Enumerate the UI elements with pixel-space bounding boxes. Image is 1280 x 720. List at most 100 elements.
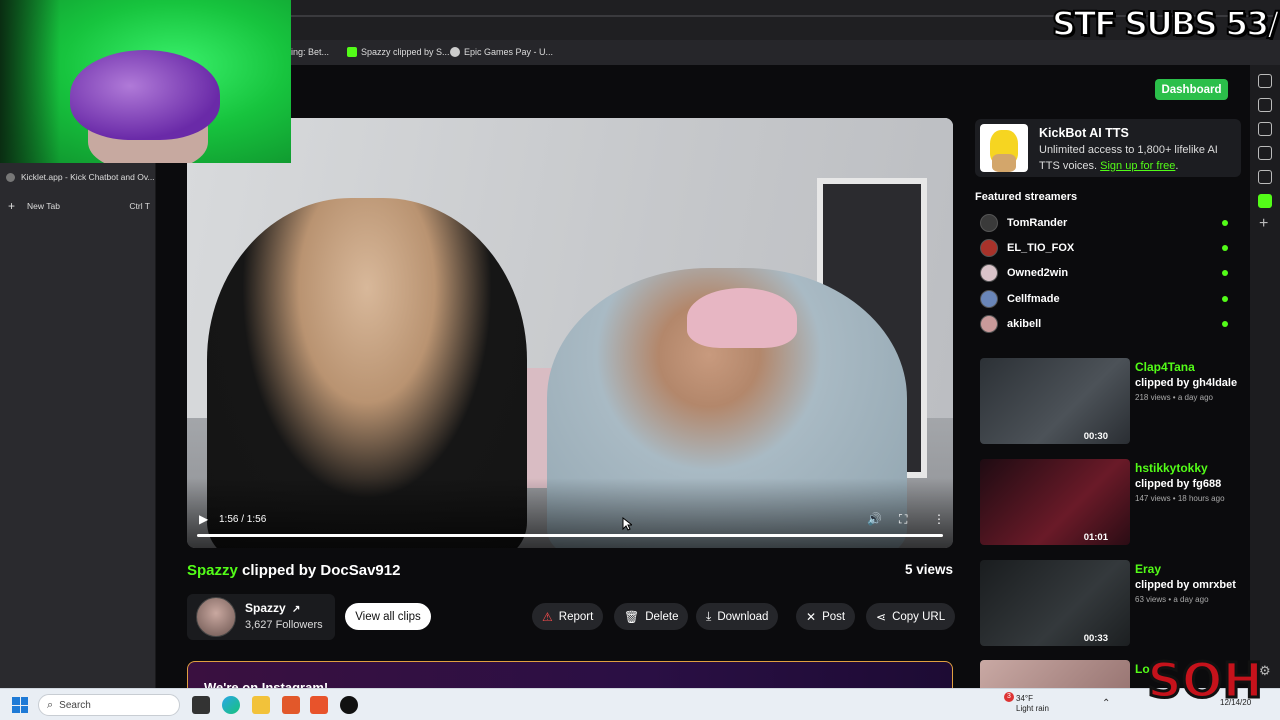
copilot-icon[interactable] [1258, 74, 1272, 88]
clip-duration: 00:33 [1083, 633, 1108, 644]
view-all-clips-button[interactable]: View all clips [345, 603, 431, 630]
webcam-hat [70, 50, 220, 140]
featured-streamer-item[interactable]: Cellfmade [980, 289, 1228, 309]
kick-favicon-icon [347, 47, 357, 57]
new-tab-shortcut: Ctrl T [129, 201, 150, 211]
reading-list-icon[interactable] [1258, 170, 1272, 184]
channel-name-text: Spazzy [245, 601, 286, 615]
tts-signup-link[interactable]: Sign up for free [1100, 160, 1175, 172]
clip-thumbnail[interactable]: 00:30 [980, 358, 1130, 444]
taskbar-search-input[interactable]: ⌕ Search [38, 694, 180, 716]
tray-chevron-icon[interactable]: ⌃ [1102, 698, 1110, 709]
svg-text:SOH: SOH [1147, 653, 1263, 709]
add-icon[interactable]: + [1259, 215, 1268, 233]
live-indicator-dot [1222, 245, 1228, 251]
clip-thumbnail[interactable]: 01:01 [980, 459, 1130, 545]
clip-meta: 147 views • 18 hours ago [1135, 494, 1225, 503]
clip-thumbnail[interactable]: 00:33 [980, 560, 1130, 646]
edge-browser-icon[interactable] [222, 696, 240, 714]
clip-meta: 218 views • a day ago [1135, 393, 1213, 402]
streamer-name: Cellfmade [1007, 293, 1060, 305]
task-view-icon[interactable] [192, 696, 210, 714]
epic-games-favicon-icon [450, 47, 460, 57]
play-icon[interactable]: ▶ [199, 512, 208, 526]
report-button[interactable]: ⚠ Report [532, 603, 604, 630]
clip-author: clipped by omrxbet [1135, 579, 1236, 591]
kicklet-favicon-icon [6, 172, 15, 182]
share-icon: ⋖ [876, 609, 887, 624]
tab-kicklet[interactable]: Kicklet.app - Kick Chatbot and Ov... [6, 172, 155, 182]
video-player[interactable]: ▶ 1:56 / 1:56 🔊 ⛶ ⋮ [187, 118, 953, 548]
clip-thumbnail[interactable] [980, 660, 1130, 688]
brave-browser-icon[interactable] [310, 696, 328, 714]
tts-description: Unlimited access to 1,800+ lifelike AI T… [1039, 142, 1239, 174]
tools-icon[interactable] [1258, 98, 1272, 112]
featured-streamer-item[interactable]: akibell [980, 314, 1228, 334]
app-icon[interactable] [282, 696, 300, 714]
tts-desc-tail: . [1175, 160, 1179, 172]
subs-goal-overlay: STF SUBS 53/100 [1051, 3, 1280, 44]
trash-icon: 🗑 [624, 609, 640, 624]
bookmark-item[interactable]: tting: Bet... [286, 47, 329, 57]
homer-simpson-image [980, 124, 1028, 172]
clip-streamer[interactable]: Eray [1135, 562, 1161, 576]
report-label: Report [558, 610, 594, 623]
post-button[interactable]: ✕ Post [796, 603, 856, 630]
instagram-promo-banner[interactable]: We're on Instagram! [187, 661, 953, 695]
video-progress-bar[interactable] [197, 534, 943, 537]
bookmark-label: Epic Games Pay - U... [464, 47, 554, 57]
channel-card[interactable]: Spazzy ↗ 3,627 Followers [187, 594, 335, 640]
featured-streamer-item[interactable]: TomRander [980, 213, 1228, 233]
download-button[interactable]: ⤓ Download [696, 603, 779, 630]
streamer-name: TomRander [1007, 217, 1068, 229]
related-clip-card[interactable]: 01:01 hstikkytokky clipped by fg688 147 … [980, 459, 1230, 545]
notification-badge: 3 [1004, 692, 1014, 702]
live-indicator-dot [1222, 296, 1228, 302]
streamer-avatar [980, 264, 998, 282]
delete-label: Delete [645, 610, 679, 623]
clip-streamer[interactable]: Clap4Tana [1135, 360, 1195, 374]
copy-url-button[interactable]: ⋖ Copy URL [866, 603, 956, 630]
clip-streamer-link[interactable]: Spazzy [187, 562, 238, 579]
file-explorer-icon[interactable] [252, 696, 270, 714]
bookmark-label: tting: Bet... [286, 47, 330, 57]
warning-triangle-icon: ⚠ [542, 609, 553, 624]
featured-streamer-item[interactable]: EL_TIO_FOX [980, 238, 1228, 258]
bookmark-item[interactable]: Spazzy clipped by S... [347, 47, 450, 57]
copy-url-label: Copy URL [892, 610, 946, 623]
volume-icon[interactable]: 🔊 [867, 512, 882, 526]
video-controls: ▶ 1:56 / 1:56 🔊 ⛶ ⋮ [187, 506, 953, 548]
new-tab-button[interactable]: + New Tab Ctrl T [6, 199, 150, 213]
live-indicator-dot [1222, 270, 1228, 276]
kickbot-tts-ad[interactable]: KickBot AI TTS Unlimited access to 1,800… [975, 119, 1241, 177]
clip-duration: 00:30 [1083, 431, 1108, 442]
clip-streamer[interactable]: hstikkytokky [1135, 461, 1208, 475]
more-options-icon[interactable]: ⋮ [933, 512, 945, 526]
featured-streamer-item[interactable]: Owned2win [980, 263, 1228, 283]
notes-icon[interactable] [1258, 146, 1272, 160]
fullscreen-icon[interactable]: ⛶ [899, 512, 907, 527]
windows-start-icon[interactable] [12, 697, 28, 713]
streamer-name: akibell [1007, 318, 1042, 330]
dashboard-button[interactable]: Dashboard [1155, 79, 1228, 100]
bookmark-label: Spazzy clipped by S... [361, 47, 450, 57]
channel-name[interactable]: Spazzy ↗ [245, 601, 300, 615]
wallet-icon[interactable] [1258, 122, 1272, 136]
related-clip-card[interactable]: 00:30 Clap4Tana clipped by gh4ldale 218 … [980, 358, 1237, 444]
kick-app-icon[interactable] [1258, 194, 1272, 208]
bookmark-item[interactable]: Epic Games Pay - U... [450, 47, 553, 57]
streamer-name: Owned2win [1007, 267, 1069, 279]
mouse-cursor-icon [622, 517, 632, 531]
delete-button[interactable]: 🗑 Delete [614, 603, 689, 630]
obs-icon[interactable] [340, 696, 358, 714]
channel-followers: 3,627 Followers [245, 619, 323, 631]
weather-widget[interactable]: 34°F Light rain [1016, 694, 1049, 714]
download-label: Download [717, 610, 769, 623]
streamer-avatar [980, 315, 998, 333]
new-tab-label: New Tab [27, 201, 60, 211]
clip-view-count: 5 views [904, 562, 953, 577]
related-clip-card[interactable]: 00:33 Eray clipped by omrxbet 63 views •… [980, 560, 1236, 646]
weather-temp: 34°F [1016, 694, 1033, 703]
streamer-name: EL_TIO_FOX [1007, 242, 1075, 254]
avatar[interactable] [196, 597, 236, 637]
